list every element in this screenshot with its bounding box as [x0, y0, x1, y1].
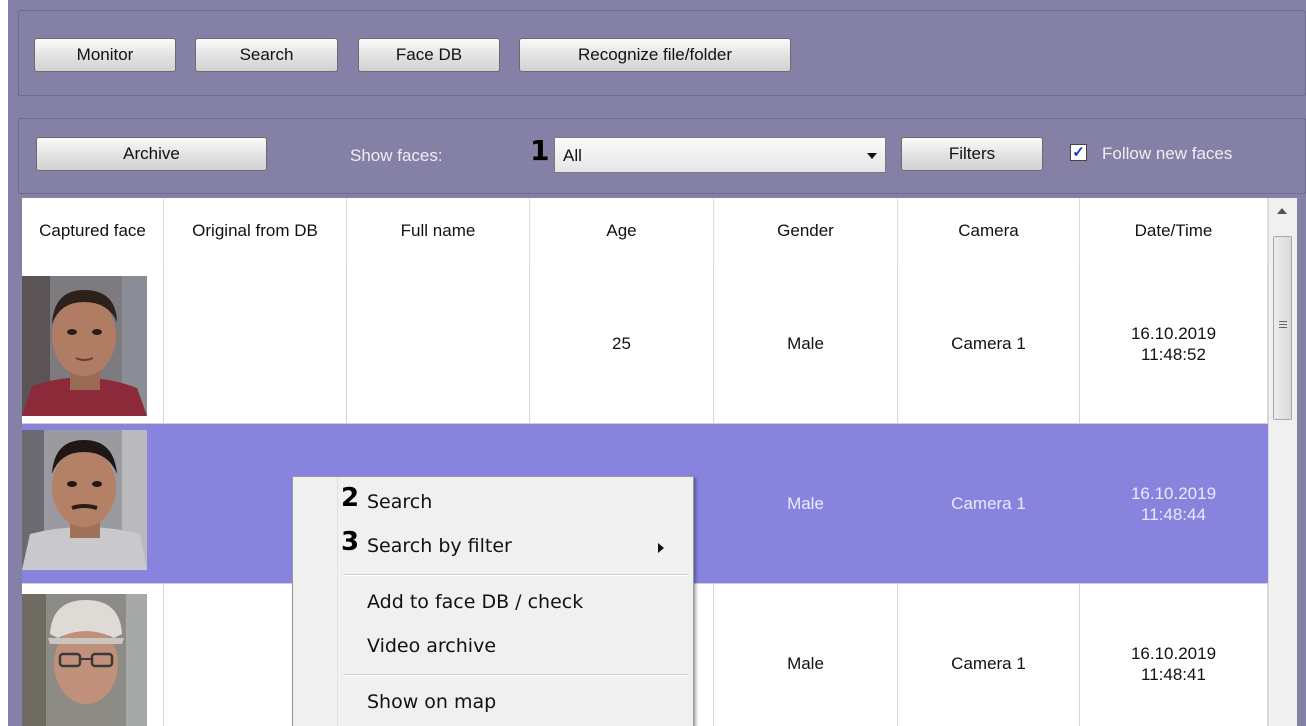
captured-face-cell [22, 584, 164, 726]
full-name-cell [347, 264, 530, 423]
date-text: 16.10.2019 [1130, 323, 1217, 343]
captured-face-cell [22, 424, 164, 583]
monitor-button[interactable]: Monitor [34, 38, 176, 72]
gender-cell: Male [714, 584, 898, 726]
scroll-up-arrow-icon[interactable] [1277, 208, 1287, 214]
header-camera[interactable]: Camera [898, 198, 1080, 264]
menu-item-search[interactable]: Search [367, 491, 432, 513]
gender-cell: Male [714, 264, 898, 423]
header-full-name[interactable]: Full name [347, 198, 530, 264]
callout-3: 3 [341, 527, 360, 557]
menu-separator [343, 674, 689, 676]
table-row[interactable]: 25 Male Camera 1 16.10.2019 11:48:52 [22, 264, 1268, 424]
table-header: Captured face Original from DB Full name… [22, 198, 1268, 265]
time-text: 11:48:41 [1141, 664, 1206, 684]
checkmark-icon: ✓ [1072, 144, 1085, 161]
vertical-scrollbar[interactable] [1268, 198, 1297, 726]
captured-face-image [22, 276, 147, 416]
search-button[interactable]: Search [195, 38, 338, 72]
menu-item-show-on-map[interactable]: Show on map [367, 691, 496, 713]
header-captured-face[interactable]: Captured face [22, 198, 164, 264]
menu-item-search-by-filter[interactable]: Search by filter [367, 535, 512, 557]
menu-separator [343, 574, 689, 576]
filters-button[interactable]: Filters [901, 137, 1043, 171]
follow-new-faces-checkbox[interactable]: ✓ [1070, 144, 1087, 161]
header-gender[interactable]: Gender [714, 198, 898, 264]
age-cell: 25 [530, 264, 714, 423]
show-faces-label: Show faces: [350, 146, 443, 165]
show-faces-value: All [563, 146, 582, 165]
date-time-cell: 16.10.2019 11:48:41 [1080, 584, 1268, 726]
follow-new-faces-label[interactable]: Follow new faces [1102, 144, 1232, 164]
menu-item-add-to-face-db[interactable]: Add to face DB / check [367, 591, 583, 613]
captured-face-cell [22, 264, 164, 423]
face-db-button[interactable]: Face DB [358, 38, 500, 72]
header-age[interactable]: Age [530, 198, 714, 264]
original-from-db-cell [164, 264, 347, 423]
header-date-time[interactable]: Date/Time [1080, 198, 1268, 264]
date-time-cell: 16.10.2019 11:48:52 [1080, 264, 1268, 423]
gender-cell: Male [714, 424, 898, 583]
captured-face-image [22, 594, 147, 726]
time-text: 11:48:44 [1141, 504, 1206, 524]
menu-icon-gutter [293, 477, 338, 726]
show-faces-dropdown[interactable]: All [554, 137, 886, 173]
face-search-app: Monitor Search Face DB Recognize file/fo… [8, 0, 1306, 726]
context-menu: 2 Search 3 Search by filter Add to face … [292, 476, 694, 726]
camera-cell: Camera 1 [898, 584, 1080, 726]
camera-cell: Camera 1 [898, 424, 1080, 583]
captured-face-image [22, 430, 147, 570]
time-text: 11:48:52 [1141, 344, 1206, 364]
date-time-cell: 16.10.2019 11:48:44 [1080, 424, 1268, 583]
scroll-thumb[interactable] [1273, 236, 1292, 420]
archive-button[interactable]: Archive [36, 137, 267, 171]
header-original-from-db[interactable]: Original from DB [164, 198, 347, 264]
submenu-arrow-icon [658, 543, 664, 553]
date-text: 16.10.2019 [1130, 643, 1217, 663]
date-text: 16.10.2019 [1130, 483, 1217, 503]
callout-2: 2 [341, 483, 360, 513]
camera-cell: Camera 1 [898, 264, 1080, 423]
recognize-file-folder-button[interactable]: Recognize file/folder [519, 38, 791, 72]
grip-icon [1279, 321, 1287, 322]
chevron-down-icon[interactable] [867, 153, 877, 159]
menu-item-video-archive[interactable]: Video archive [367, 635, 496, 657]
callout-1: 1 [530, 134, 550, 167]
